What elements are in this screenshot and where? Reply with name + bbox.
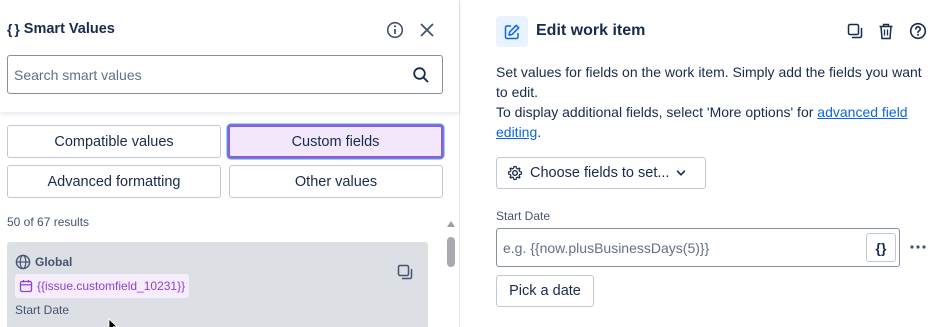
search-field	[7, 55, 443, 94]
list-item[interactable]: Global {{issue.customfield_10231}} Start…	[7, 242, 428, 327]
info-icon	[386, 21, 404, 39]
start-date-field: {}	[496, 228, 900, 267]
page-title: Edit work item	[536, 22, 646, 39]
start-date-label: Start Date	[496, 209, 551, 223]
description-line-1: Set values for fields on the work item. …	[496, 64, 922, 100]
search-icon[interactable]	[412, 66, 430, 84]
panel-title: { } Smart Values	[7, 21, 115, 37]
panel-title-text: Smart Values	[23, 21, 115, 37]
choose-fields-label: Choose fields to set...	[530, 165, 670, 181]
help-icon	[909, 22, 927, 40]
scroll-up-arrow-icon[interactable]	[447, 221, 455, 227]
tab-custom-fields[interactable]: Custom fields	[228, 125, 443, 158]
delete-button[interactable]	[875, 20, 897, 42]
edit-action-badge	[496, 16, 528, 47]
copy-icon	[397, 264, 413, 280]
pick-a-date-button[interactable]: Pick a date	[496, 275, 594, 307]
scroll-thumb[interactable]	[447, 237, 455, 267]
results-scrollbar[interactable]	[446, 221, 456, 327]
tab-other-values[interactable]: Other values	[229, 165, 443, 198]
smart-value-text: {{issue.customfield_10231}}	[37, 279, 186, 293]
tab-compatible-values[interactable]: Compatible values	[7, 125, 221, 158]
trash-icon	[879, 23, 893, 39]
duplicate-icon	[847, 23, 863, 39]
edit-work-item-panel: Edit work item Set values for fields on …	[461, 0, 944, 327]
braces-icon: { }	[7, 21, 20, 37]
description-suffix: .	[537, 124, 542, 140]
scope-row: Global	[15, 254, 72, 270]
description-prefix: To display additional fields, select 'Mo…	[496, 104, 818, 120]
tab-advanced-formatting[interactable]: Advanced formatting	[7, 165, 221, 198]
close-button[interactable]	[416, 19, 438, 41]
smart-values-header: { } Smart Values	[0, 0, 459, 112]
more-options-button[interactable]	[907, 237, 929, 257]
help-button[interactable]	[907, 20, 929, 42]
field-name: Start Date	[15, 303, 70, 317]
smart-values-panel: { } Smart Values Compatible values Custo…	[0, 0, 460, 327]
chevron-down-icon	[677, 170, 686, 176]
start-date-input[interactable]	[503, 238, 853, 258]
results-count: 50 of 67 results	[7, 215, 90, 229]
edit-icon	[504, 24, 520, 39]
description-line-2: To display additional fields, select 'Mo…	[496, 102, 926, 142]
info-button[interactable]	[384, 19, 406, 41]
choose-fields-button[interactable]: Choose fields to set...	[496, 157, 706, 189]
insert-smart-value-button[interactable]: {}	[866, 233, 896, 262]
smart-value-chip[interactable]: {{issue.customfield_10231}}	[15, 274, 190, 298]
description: Set values for fields on the work item. …	[496, 62, 926, 142]
duplicate-button[interactable]	[844, 20, 866, 42]
mouse-cursor-icon	[108, 318, 118, 327]
calendar-icon	[19, 280, 33, 293]
globe-icon	[15, 254, 31, 270]
scope-label: Global	[35, 255, 73, 269]
more-horizontal-icon	[910, 245, 926, 249]
close-icon	[420, 23, 434, 37]
search-input[interactable]	[14, 65, 404, 85]
copy-button[interactable]	[395, 262, 415, 282]
gear-icon	[507, 165, 523, 181]
